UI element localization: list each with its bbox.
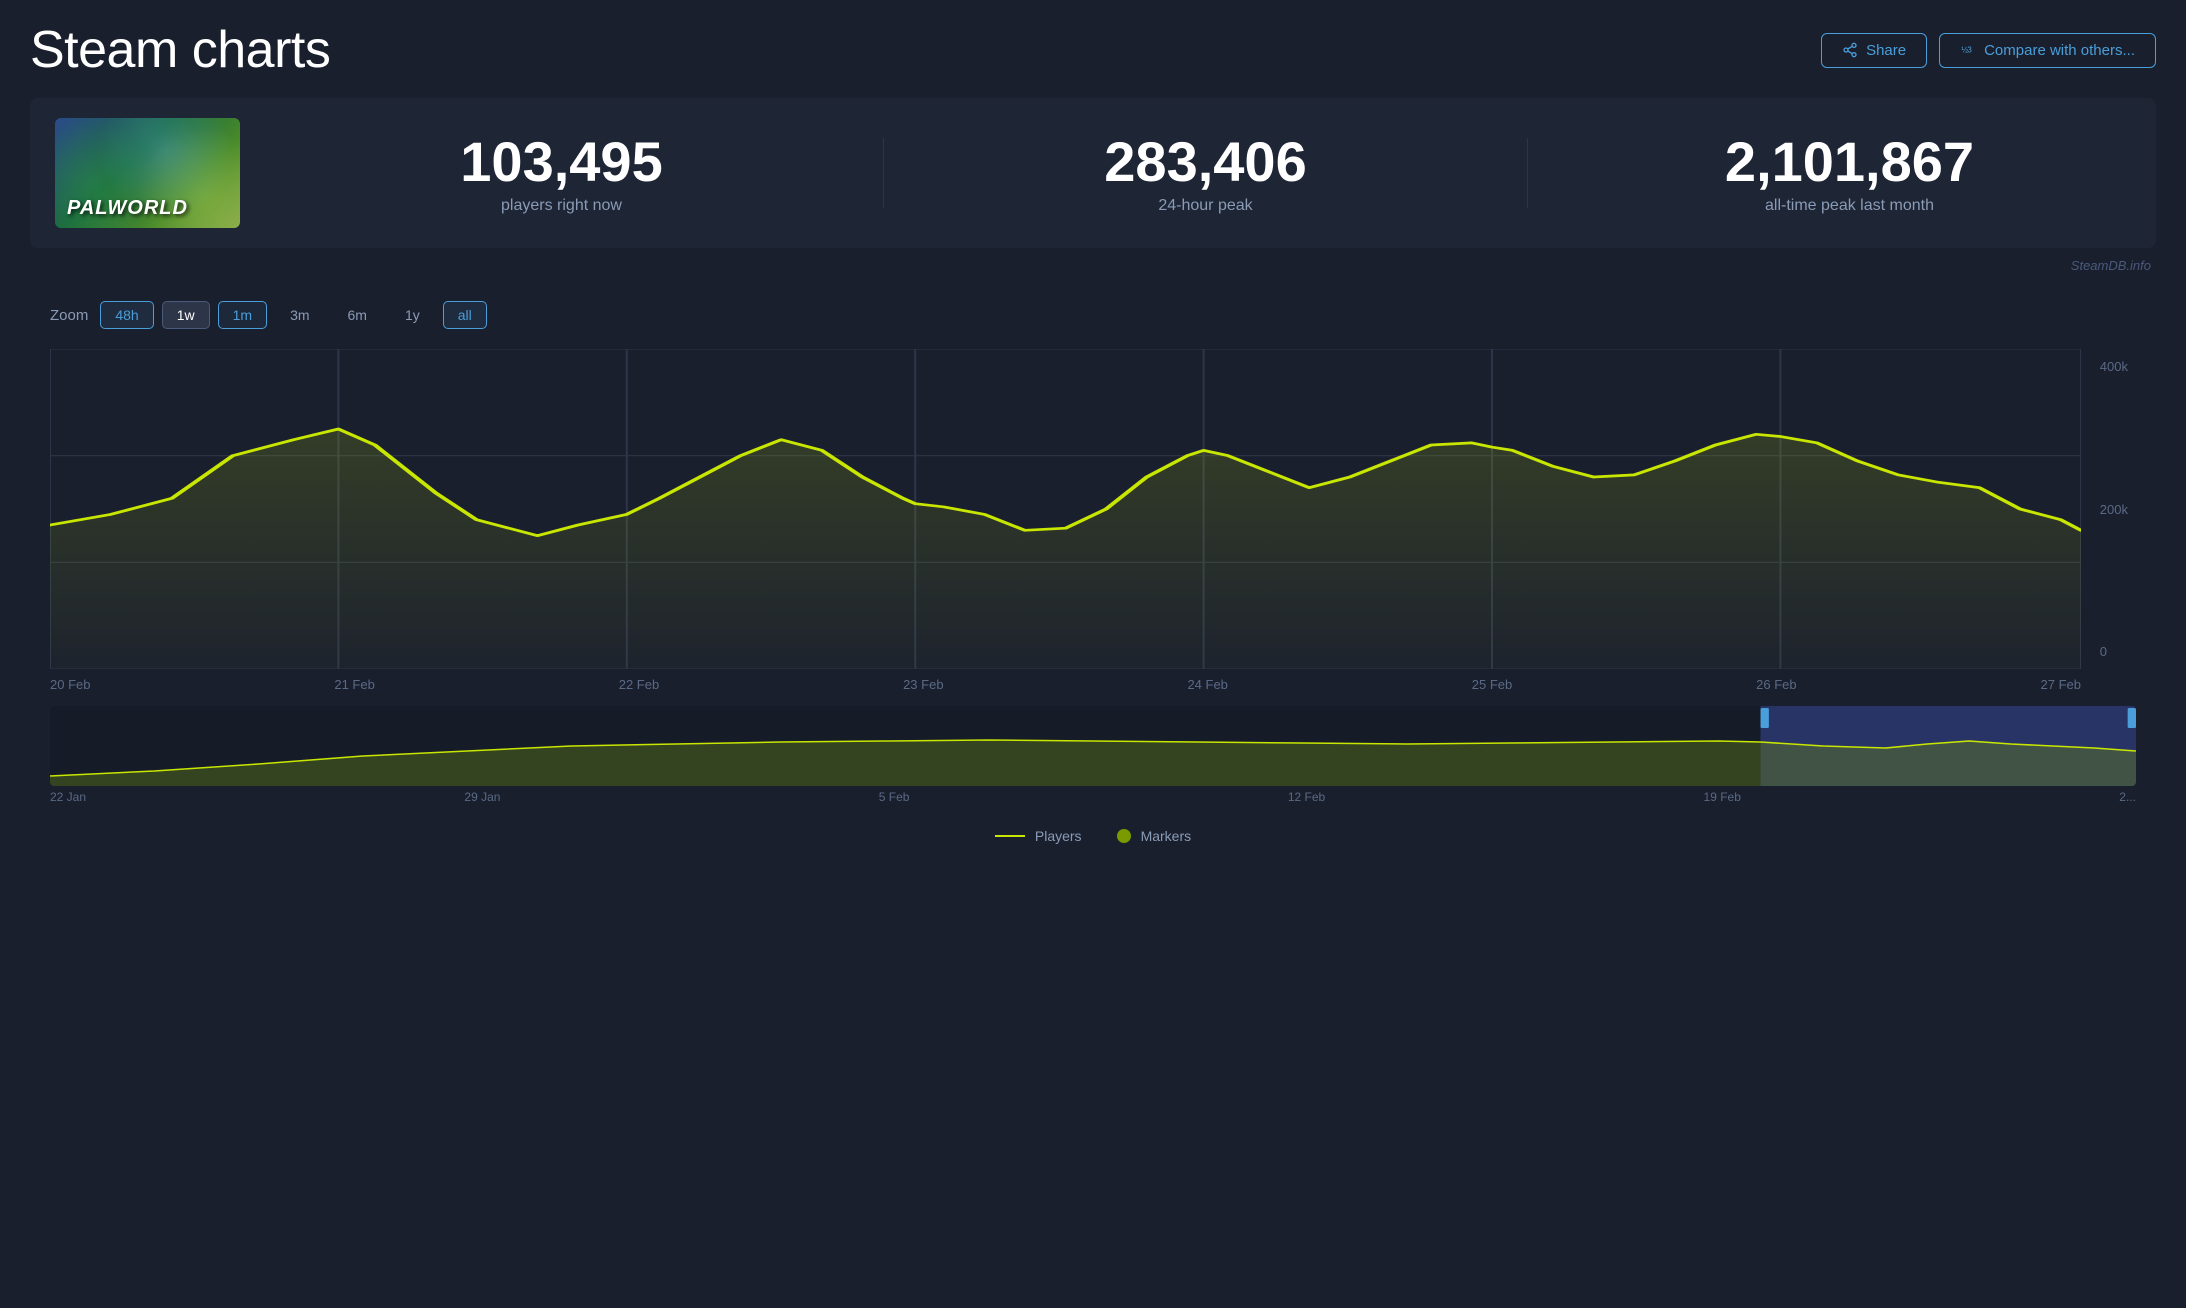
- y-axis: 400k 200k 0: [2100, 349, 2128, 669]
- stats-card: PALWORLD 103,495 players right now 283,4…: [30, 98, 2156, 248]
- legend-players: Players: [995, 828, 1082, 844]
- main-chart-svg: [50, 349, 2081, 669]
- all-time-peak-label: all-time peak last month: [1568, 197, 2131, 215]
- compare-label: Compare with others...: [1984, 42, 2135, 59]
- share-label: Share: [1866, 42, 1906, 59]
- x-label-27feb: 27 Feb: [2041, 677, 2081, 692]
- zoom-label: Zoom: [50, 307, 88, 324]
- y-label-400k: 400k: [2100, 359, 2128, 374]
- legend-players-line: [995, 835, 1025, 837]
- current-players-stat: 103,495 players right now: [280, 131, 843, 215]
- page-title: Steam charts: [30, 20, 330, 80]
- svg-text:3: 3: [1967, 46, 1972, 55]
- x-label-25feb: 25 Feb: [1472, 677, 1512, 692]
- steamdb-credit: SteamDB.info: [30, 258, 2156, 273]
- zoom-1w[interactable]: 1w: [162, 301, 210, 329]
- all-time-peak-value: 2,101,867: [1568, 131, 2131, 193]
- main-chart: 400k 200k 0: [50, 349, 2136, 669]
- mini-label-5feb: 5 Feb: [879, 790, 910, 804]
- x-label-20feb: 20 Feb: [50, 677, 90, 692]
- legend-markers-dot: [1117, 829, 1131, 843]
- mini-chart: [50, 706, 2136, 786]
- mini-label-22jan: 22 Jan: [50, 790, 86, 804]
- mini-label-12feb: 12 Feb: [1288, 790, 1325, 804]
- zoom-all[interactable]: all: [443, 301, 487, 329]
- legend-markers: Markers: [1117, 828, 1192, 844]
- mini-bracket-right: [2128, 708, 2136, 728]
- page-header: Steam charts Share ½ 3 Compare with othe…: [30, 20, 2156, 80]
- header-actions: Share ½ 3 Compare with others...: [1821, 33, 2156, 68]
- mini-chart-svg: [50, 706, 2136, 786]
- chart-fill-area: [50, 429, 2081, 669]
- zoom-1y[interactable]: 1y: [390, 301, 435, 329]
- x-label-22feb: 22 Feb: [619, 677, 659, 692]
- x-label-21feb: 21 Feb: [334, 677, 374, 692]
- peak-24h-label: 24-hour peak: [924, 197, 1487, 215]
- peak-24h-stat: 283,406 24-hour peak: [924, 131, 1487, 215]
- mini-label-19feb: 19 Feb: [1704, 790, 1741, 804]
- game-thumbnail: PALWORLD: [55, 118, 240, 228]
- zoom-3m[interactable]: 3m: [275, 301, 324, 329]
- y-label-0: 0: [2100, 644, 2128, 659]
- zoom-1m[interactable]: 1m: [218, 301, 267, 329]
- share-button[interactable]: Share: [1821, 33, 1927, 68]
- chart-container: Zoom 48h 1w 1m 3m 6m 1y all: [30, 281, 2156, 862]
- current-players-label: players right now: [280, 197, 843, 215]
- x-label-23feb: 23 Feb: [903, 677, 943, 692]
- game-name: PALWORLD: [67, 197, 188, 220]
- mini-bracket-left: [1761, 708, 1769, 728]
- stat-divider-2: [1527, 138, 1528, 208]
- x-label-26feb: 26 Feb: [1756, 677, 1796, 692]
- zoom-48h[interactable]: 48h: [100, 301, 153, 329]
- mini-label-end: 2...: [2119, 790, 2136, 804]
- compare-icon: ½ 3: [1960, 42, 1976, 58]
- mini-label-29jan: 29 Jan: [464, 790, 500, 804]
- mini-x-labels: 22 Jan 29 Jan 5 Feb 12 Feb 19 Feb 2...: [50, 786, 2136, 808]
- x-label-24feb: 24 Feb: [1187, 677, 1227, 692]
- x-axis: 20 Feb 21 Feb 22 Feb 23 Feb 24 Feb 25 Fe…: [50, 669, 2136, 696]
- legend-markers-label: Markers: [1141, 828, 1192, 844]
- current-players-value: 103,495: [280, 131, 843, 193]
- compare-button[interactable]: ½ 3 Compare with others...: [1939, 33, 2156, 68]
- mini-fill: [50, 740, 2136, 786]
- all-time-peak-stat: 2,101,867 all-time peak last month: [1568, 131, 2131, 215]
- legend-players-label: Players: [1035, 828, 1082, 844]
- peak-24h-value: 283,406: [924, 131, 1487, 193]
- stat-divider-1: [883, 138, 884, 208]
- y-label-200k: 200k: [2100, 502, 2128, 517]
- zoom-6m[interactable]: 6m: [333, 301, 382, 329]
- chart-legend: Players Markers: [50, 820, 2136, 852]
- zoom-controls: Zoom 48h 1w 1m 3m 6m 1y all: [50, 301, 2136, 329]
- chart-svg-wrapper: [50, 349, 2081, 669]
- share-icon: [1842, 42, 1858, 58]
